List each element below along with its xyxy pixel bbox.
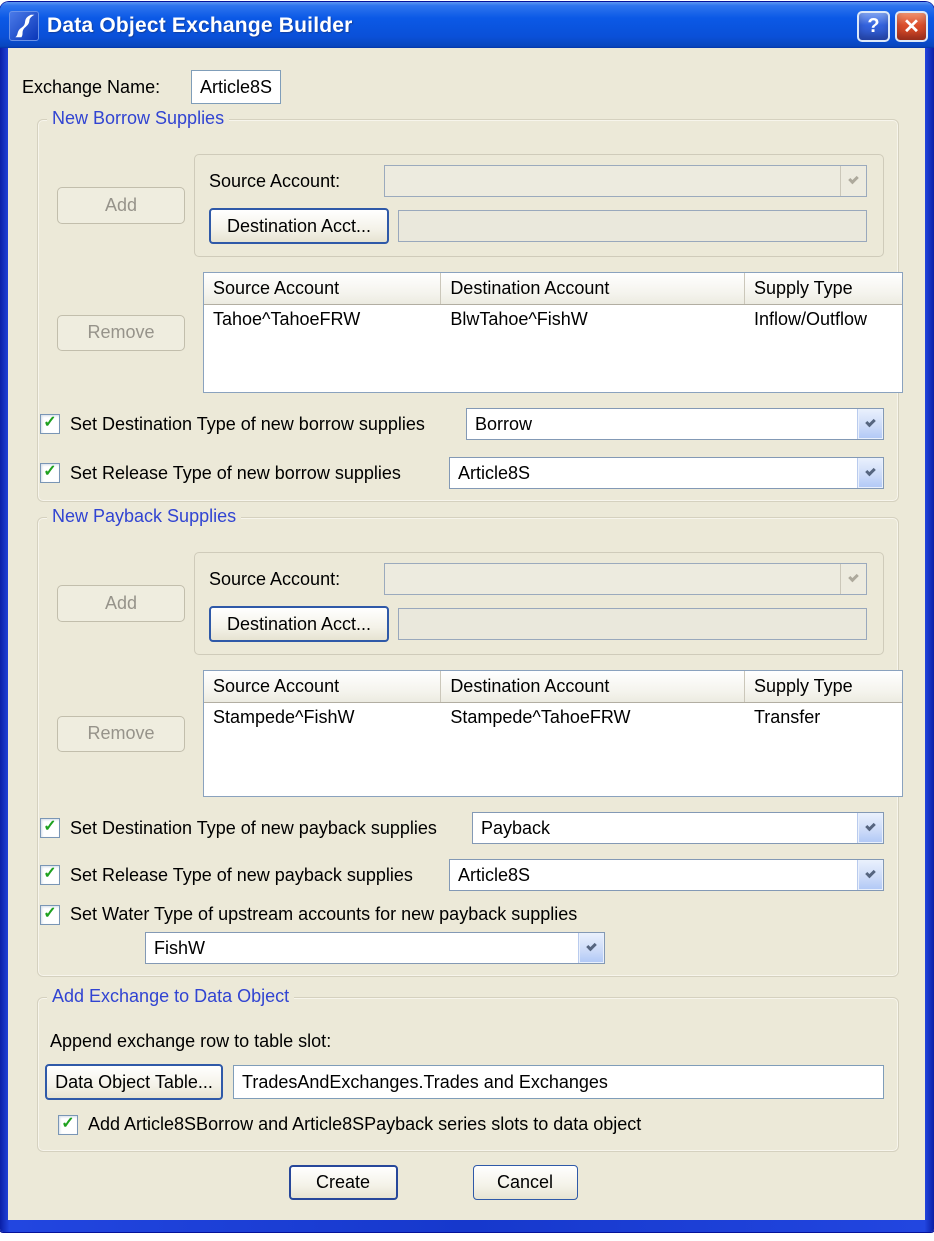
table-row[interactable]: Tahoe^TahoeFRW BlwTahoe^FishW Inflow/Out… [204,305,902,330]
dropdown-arrow-icon [857,409,883,439]
help-icon: ? [867,15,879,38]
payback-destination-acct-field [398,608,867,640]
add-series-slots-label: Add Article8SBorrow and Article8SPayback… [88,1114,641,1135]
add-exchange-group-title: Add Exchange to Data Object [47,986,294,1007]
dropdown-arrow-icon [840,564,866,594]
payback-source-account-combo [384,563,867,595]
checkmark-icon: ✓ [43,819,56,835]
payback-supplies-group: New Payback Supplies Add Source Account:… [37,517,899,977]
create-button[interactable]: Create [289,1165,398,1200]
dialog-window: Data Object Exchange Builder ? ✕ Exchang… [0,2,934,1232]
checkmark-icon: ✓ [43,464,56,480]
payback-set-destination-type-checkbox[interactable]: ✓ [40,818,60,838]
borrow-new-supply-panel: Source Account: Destination Acct... [194,154,884,257]
borrow-supplies-table: Source Account Destination Account Suppl… [203,272,903,393]
checkmark-icon: ✓ [61,1116,74,1132]
payback-supplies-table: Source Account Destination Account Suppl… [203,670,903,797]
column-header[interactable]: Supply Type [745,273,902,304]
borrow-set-destination-type-checkbox[interactable]: ✓ [40,414,60,434]
borrow-add-button: Add [57,187,185,224]
borrow-set-release-type-checkbox[interactable]: ✓ [40,463,60,483]
checkmark-icon: ✓ [43,866,56,882]
payback-water-type-combo[interactable]: FishW [145,932,605,964]
column-header[interactable]: Destination Account [441,671,745,702]
checkmark-icon: ✓ [43,906,56,922]
borrow-destination-type-combo[interactable]: Borrow [466,408,884,440]
window-title: Data Object Exchange Builder [47,14,353,38]
payback-destination-acct-button[interactable]: Destination Acct... [209,606,389,642]
table-row[interactable]: Stampede^FishW Stampede^TahoeFRW Transfe… [204,703,902,728]
payback-set-destination-type-label: Set Destination Type of new payback supp… [70,818,437,839]
borrow-group-title: New Borrow Supplies [47,108,229,129]
payback-set-release-type-checkbox[interactable]: ✓ [40,865,60,885]
borrow-destination-acct-button[interactable]: Destination Acct... [209,208,389,244]
checkmark-icon: ✓ [43,415,56,431]
exchange-name-label: Exchange Name: [22,77,191,98]
borrow-remove-button: Remove [57,315,185,351]
dropdown-arrow-icon [857,458,883,488]
payback-source-account-label: Source Account: [209,569,384,590]
payback-set-water-type-checkbox[interactable]: ✓ [40,905,60,925]
dropdown-arrow-icon [840,166,866,196]
column-header[interactable]: Supply Type [745,671,902,702]
dropdown-arrow-icon [857,860,883,890]
titlebar[interactable]: Data Object Exchange Builder ? ✕ [0,2,934,48]
column-header[interactable]: Source Account [204,273,441,304]
payback-add-button: Add [57,585,185,622]
borrow-release-type-combo[interactable]: Article8S [449,457,884,489]
add-exchange-group: Add Exchange to Data Object Append excha… [37,997,899,1152]
dropdown-arrow-icon [857,813,883,843]
add-series-slots-checkbox[interactable]: ✓ [58,1115,78,1135]
cancel-button[interactable]: Cancel [473,1165,578,1200]
column-header[interactable]: Source Account [204,671,441,702]
riverware-logo-icon [9,11,39,41]
payback-release-type-combo[interactable]: Article8S [449,859,884,891]
column-header[interactable]: Destination Account [441,273,745,304]
close-icon: ✕ [903,14,920,39]
borrow-destination-acct-field [398,210,867,242]
table-slot-field[interactable]: TradesAndExchanges.Trades and Exchanges [233,1065,884,1099]
borrow-set-release-type-label: Set Release Type of new borrow supplies [70,463,401,484]
payback-group-title: New Payback Supplies [47,506,241,527]
borrow-supplies-group: New Borrow Supplies Add Source Account: … [37,119,899,502]
help-button[interactable]: ? [857,11,890,42]
payback-new-supply-panel: Source Account: Destination Acct... [194,552,884,655]
borrow-source-account-label: Source Account: [209,171,384,192]
dialog-body: Exchange Name: Article8S New Borrow Supp… [8,48,925,1220]
data-object-table-button[interactable]: Data Object Table... [45,1064,223,1100]
borrow-set-destination-type-label: Set Destination Type of new borrow suppl… [70,414,425,435]
borrow-source-account-combo [384,165,867,197]
dropdown-arrow-icon [578,933,604,963]
payback-destination-type-combo[interactable]: Payback [472,812,884,844]
payback-set-release-type-label: Set Release Type of new payback supplies [70,865,413,886]
payback-remove-button: Remove [57,716,185,752]
close-button[interactable]: ✕ [895,11,928,42]
exchange-name-input[interactable]: Article8S [191,70,281,104]
append-row-label: Append exchange row to table slot: [50,1031,884,1052]
payback-set-water-type-label: Set Water Type of upstream accounts for … [70,904,577,925]
